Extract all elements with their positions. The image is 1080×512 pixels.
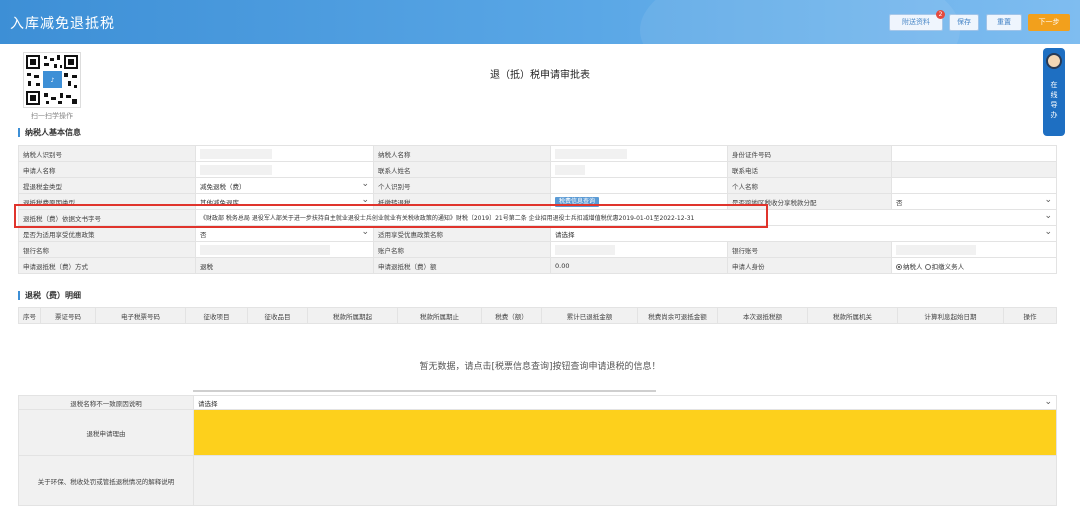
- online-guide-label: 在线导办: [1050, 81, 1058, 119]
- taxpayer-radio-label: 纳税人: [903, 262, 923, 271]
- applicant-name-label: 申请人名称: [18, 161, 196, 178]
- masked-value: [555, 148, 627, 159]
- col-header: 征收品目: [247, 307, 308, 324]
- id-number-field[interactable]: [891, 145, 1057, 162]
- account-name-field[interactable]: [550, 241, 728, 258]
- account-name-label: 账户名称: [373, 241, 551, 258]
- form-row: 纳税人识别号 纳税人名称 身份证件号码: [18, 145, 1057, 162]
- form-row: 提退税金类型 减免退税（费） 个人识别号 个人名称: [18, 177, 1057, 194]
- attach-count-badge: 2: [936, 10, 945, 19]
- col-header: 税款所属期起: [307, 307, 398, 324]
- refund-reason-table: 退税名称不一致原因说明 请选择 退税申请理由 关于环保、税收处罚或管抵退税情况的…: [18, 395, 1057, 506]
- qr-code: ♪: [23, 52, 81, 108]
- basis-doc-highlight-box: [14, 204, 768, 228]
- masked-value: [555, 164, 585, 175]
- app-title: 入库减免退抵税: [10, 16, 115, 32]
- col-header: 计算利息起始日期: [897, 307, 1004, 324]
- app-header: 入库减免退抵税 附送资料 2 保存 重置 下一步: [0, 0, 1080, 44]
- attach-button-label: 附送资料: [902, 18, 930, 26]
- save-button[interactable]: 保存: [949, 14, 979, 31]
- refund-reason-textarea[interactable]: [193, 409, 1057, 456]
- form-row: 申请退抵税（费）方式 退税 申请退抵税（费）额 0.00 申请人身份 纳税人 扣…: [18, 257, 1057, 274]
- qr-code-icon: ♪: [26, 55, 78, 105]
- col-header: 票证号码: [40, 307, 96, 324]
- col-header: 税款所属机关: [807, 307, 898, 324]
- personal-id-field[interactable]: [550, 177, 728, 194]
- bank-name-label: 银行名称: [18, 241, 196, 258]
- basic-info-section-title: 纳税人基本信息: [18, 128, 81, 137]
- col-header: 税费尚余可退抵金额: [637, 307, 718, 324]
- bank-account-field[interactable]: [891, 241, 1057, 258]
- qr-caption: 扫一扫学操作: [31, 112, 73, 120]
- next-step-button[interactable]: 下一步: [1028, 14, 1070, 31]
- mismatch-reason-select[interactable]: 请选择: [193, 395, 1057, 410]
- contact-name-label: 联系人姓名: [373, 161, 551, 178]
- taxpayer-id-label: 纳税人识别号: [18, 145, 196, 162]
- id-number-label: 身份证件号码: [727, 145, 892, 162]
- contact-name-field[interactable]: [550, 161, 728, 178]
- personal-id-label: 个人识别号: [373, 177, 551, 194]
- applicant-name-field[interactable]: [195, 161, 374, 178]
- withholding-agent-radio[interactable]: [924, 263, 931, 270]
- horizontal-scrollbar[interactable]: [193, 390, 656, 392]
- col-header: 电子税票号码: [95, 307, 186, 324]
- taxpayer-name-label: 纳税人名称: [373, 145, 551, 162]
- method-label: 申请退抵税（费）方式: [18, 257, 196, 274]
- personal-name-field[interactable]: [891, 177, 1057, 194]
- form-row: 银行名称 账户名称 银行账号: [18, 241, 1057, 258]
- empty-data-message: 暂无数据，请点击[税票信息查询]按钮查询申请退税的信息！: [419, 362, 661, 372]
- refund-reason-label: 退税申请理由: [18, 409, 194, 456]
- col-header: 税款所属期止: [397, 307, 482, 324]
- mismatch-reason-label: 退税名称不一致原因说明: [18, 395, 194, 410]
- withholding-agent-radio-label: 扣缴义务人: [931, 262, 965, 271]
- mismatch-row: 退税名称不一致原因说明 请选择: [18, 395, 1057, 410]
- taxpayer-radio[interactable]: [896, 263, 902, 270]
- reset-button[interactable]: 重置: [986, 14, 1022, 31]
- col-header: 征收项目: [185, 307, 248, 324]
- svg-text:♪: ♪: [51, 77, 55, 84]
- region-share-select[interactable]: 否: [891, 193, 1057, 210]
- bank-name-field[interactable]: [195, 241, 374, 258]
- refund-detail-table: 序号 票证号码 电子税票号码 征收项目 征收品目 税款所属期起 税款所属期止 税…: [18, 307, 1057, 324]
- explain-row: 关于环保、税收处罚或管抵退税情况的解释说明: [18, 455, 1057, 506]
- masked-value: [200, 164, 272, 175]
- refund-type-select[interactable]: 减免退税（费）: [195, 177, 374, 194]
- col-header: 序号: [18, 307, 41, 324]
- taxpayer-id-field[interactable]: [195, 145, 374, 162]
- amount-field: 0.00: [550, 257, 728, 274]
- col-header: 累计已退抵金额: [541, 307, 638, 324]
- reason-row: 退税申请理由: [18, 409, 1057, 456]
- taxpayer-name-field[interactable]: [550, 145, 728, 162]
- masked-value: [896, 244, 976, 255]
- identity-label: 申请人身份: [727, 257, 892, 274]
- attach-materials-button[interactable]: 附送资料 2: [889, 10, 945, 31]
- explanation-label: 关于环保、税收处罚或管抵退税情况的解释说明: [18, 455, 194, 506]
- contact-phone-field[interactable]: [891, 161, 1057, 178]
- amount-label: 申请退抵税（费）额: [373, 257, 551, 274]
- page-title: 退（抵）税申请审批表: [490, 70, 590, 81]
- refund-type-label: 提退税金类型: [18, 177, 196, 194]
- masked-value: [200, 148, 272, 159]
- col-header: 本次退抵税额: [717, 307, 808, 324]
- personal-name-label: 个人名称: [727, 177, 892, 194]
- masked-value: [555, 244, 615, 255]
- detail-header-row: 序号 票证号码 电子税票号码 征收项目 征收品目 税款所属期起 税款所属期止 税…: [18, 307, 1057, 324]
- online-guide-button[interactable]: 在线导办: [1043, 48, 1065, 136]
- bank-account-label: 银行账号: [727, 241, 892, 258]
- col-header: 税费（额）: [481, 307, 542, 324]
- masked-value: [200, 244, 330, 255]
- assistant-avatar-icon: [1046, 53, 1062, 69]
- detail-section-title: 退税（费）明细: [18, 291, 81, 300]
- method-field: 退税: [195, 257, 374, 274]
- col-header: 操作: [1003, 307, 1057, 324]
- identity-radio-group: 纳税人 扣缴义务人: [891, 257, 1057, 274]
- contact-phone-label: 联系电话: [727, 161, 892, 178]
- form-row: 申请人名称 联系人姓名 联系电话: [18, 161, 1057, 178]
- explanation-textarea[interactable]: [193, 455, 1057, 506]
